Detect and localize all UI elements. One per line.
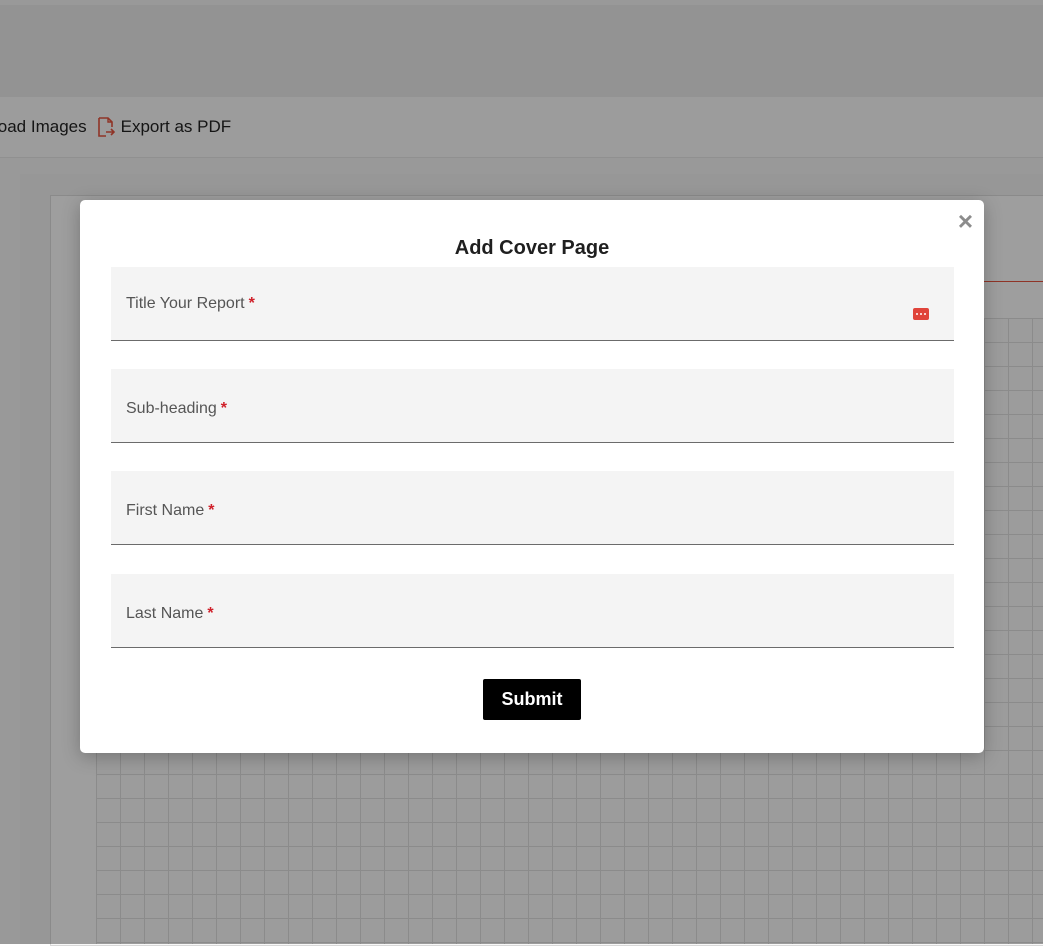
first-name-field[interactable]: First Name * [111, 471, 954, 545]
first-name-input[interactable] [111, 471, 954, 544]
title-field[interactable]: Title Your Report * [111, 267, 954, 341]
last-name-input[interactable] [111, 574, 954, 647]
password-manager-icon[interactable] [913, 308, 929, 320]
title-input[interactable] [111, 267, 954, 340]
subheading-input[interactable] [111, 369, 954, 442]
add-cover-page-modal: × Add Cover Page Title Your Report * Sub-… [80, 200, 984, 753]
submit-button[interactable]: Submit [483, 679, 581, 720]
subheading-field[interactable]: Sub-heading * [111, 369, 954, 443]
last-name-field[interactable]: Last Name * [111, 574, 954, 648]
close-icon[interactable]: × [958, 208, 973, 234]
modal-title: Add Cover Page [454, 237, 610, 259]
